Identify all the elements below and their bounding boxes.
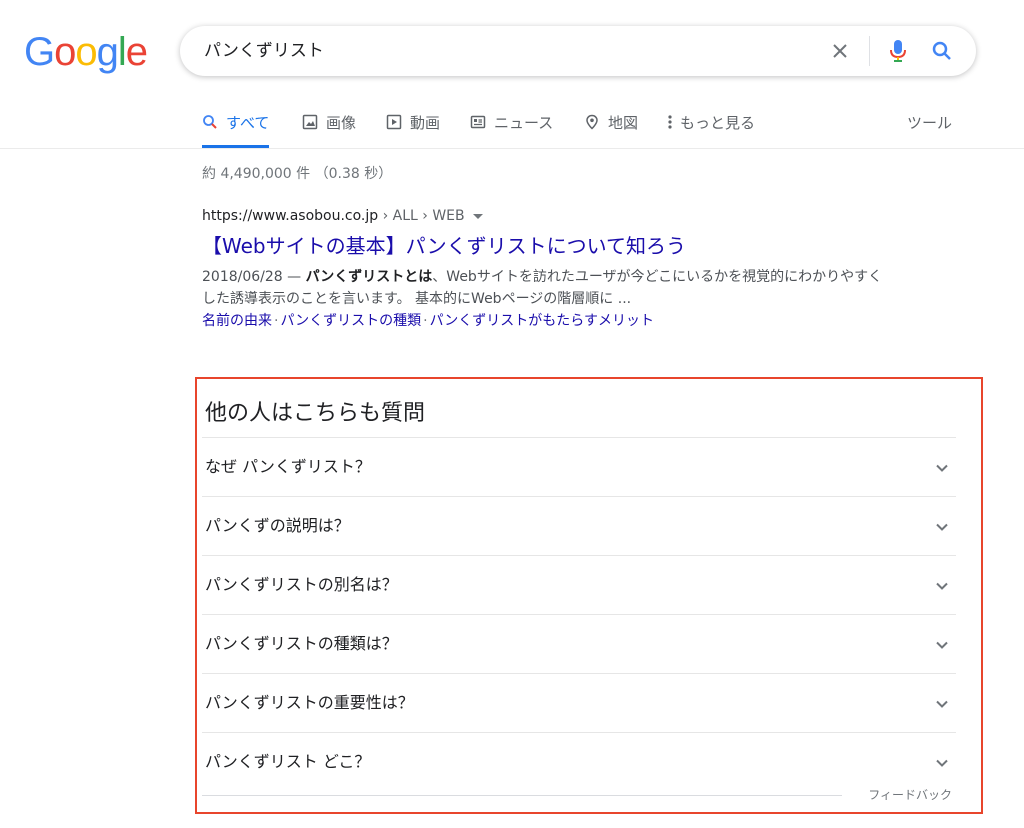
tab-label: すべて (226, 114, 270, 132)
people-also-ask-title: 他の人はこちらも質問 (205, 401, 426, 426)
paa-question-row[interactable]: パンくずリストの重要性は？ (202, 673, 956, 732)
result-url-host: https://www.asobou.co.jp (202, 208, 379, 224)
chevron-down-icon (936, 641, 948, 649)
paa-question: パンくずの説明は？ (205, 516, 350, 535)
chevron-down-icon (936, 582, 948, 590)
chevron-down-icon (936, 464, 948, 472)
logo-letter: l (117, 30, 127, 74)
tab-more[interactable]: もっと見る (666, 102, 755, 148)
sitelink[interactable]: パンくずリストの種類 (280, 313, 421, 329)
logo-letter: e (125, 30, 148, 74)
tab-maps[interactable]: 地図 (584, 102, 638, 148)
logo-letter: o (75, 30, 97, 74)
result-stats: 約 4,490,000 件 （0.38 秒） (202, 166, 393, 182)
result-url-path: › ALL › WEB (378, 208, 465, 224)
search-icon[interactable] (930, 39, 954, 63)
search-result: https://www.asobou.co.jp › ALL › WEB 【We… (202, 206, 902, 332)
more-vert-icon (668, 115, 672, 129)
tab-label: もっと見る (680, 114, 756, 132)
mic-icon[interactable] (886, 38, 910, 64)
tab-news[interactable]: ニュース (470, 102, 553, 148)
news-icon (470, 115, 486, 129)
image-icon (302, 114, 318, 130)
search-input[interactable]: パンくずリスト (204, 26, 324, 76)
paa-question: なぜ パンくずリスト？ (205, 457, 371, 476)
logo-letter: g (96, 30, 119, 74)
result-snippet-bold: パンくずリストとは (305, 269, 433, 285)
result-url[interactable]: https://www.asobou.co.jp › ALL › WEB (202, 206, 902, 226)
video-icon (386, 114, 402, 130)
paa-footer: フィードバック (202, 786, 956, 803)
paa-question-row[interactable]: パンくずの説明は？ (202, 496, 956, 555)
google-logo[interactable]: Google (24, 30, 148, 74)
people-also-ask-box: 他の人はこちらも質問 なぜ パンくずリスト？ パンくずの説明は？ パンくずリスト… (195, 377, 983, 814)
search-divider (869, 36, 870, 66)
paa-question-row[interactable]: なぜ パンくずリスト？ (202, 437, 956, 496)
result-date: 2018/06/28 — (202, 269, 306, 285)
paa-question: パンくずリストの重要性は？ (205, 693, 414, 712)
search-icon (203, 115, 217, 129)
sitelink[interactable]: パンくずリストがもたらすメリット (430, 313, 654, 329)
paa-question-row[interactable]: パンくずリストの種類は？ (202, 614, 956, 673)
paa-question: パンくずリストの種類は？ (205, 634, 398, 653)
search-tabs: すべて 画像 動画 ニュース 地図 もっと見る ツール (0, 102, 1024, 149)
tab-label: ニュース (494, 114, 554, 132)
divider (202, 795, 842, 796)
logo-letter: o (54, 30, 76, 74)
tab-label: 動画 (410, 114, 441, 132)
close-icon[interactable] (828, 39, 852, 63)
map-pin-icon (586, 114, 598, 130)
logo-letter: G (24, 30, 55, 74)
people-also-ask-list: なぜ パンくずリスト？ パンくずの説明は？ パンくずリストの別名は？ パンくずリ… (202, 437, 956, 791)
tools-button[interactable]: ツール (907, 112, 952, 133)
paa-question-row[interactable]: パンくずリスト どこ？ (202, 732, 956, 791)
chevron-down-icon (936, 759, 948, 767)
sitelinks: 名前の由来 · パンくずリストの種類 · パンくずリストがもたらすメリット (202, 310, 902, 332)
result-snippet: 2018/06/28 — パンくずリストとは、Webサイトを訪れたユーザが今どこ… (202, 266, 892, 310)
chevron-down-icon (936, 700, 948, 708)
feedback-link[interactable]: フィードバック (858, 786, 952, 803)
chevron-down-icon (936, 523, 948, 531)
search-box[interactable]: パンくずリスト (180, 26, 976, 76)
result-title-link[interactable]: 【Webサイトの基本】パンくずリストについて知ろう (202, 232, 902, 260)
paa-question: パンくずリストの別名は？ (205, 575, 398, 594)
tab-videos[interactable]: 動画 (386, 102, 440, 148)
sitelink-separator: · (423, 313, 428, 329)
tab-label: 地図 (608, 114, 639, 132)
tab-all[interactable]: すべて (202, 102, 270, 148)
paa-question: パンくずリスト どこ？ (205, 752, 371, 771)
tab-images[interactable]: 画像 (302, 102, 356, 148)
sitelink[interactable]: 名前の由来 (202, 313, 272, 329)
caret-down-icon[interactable] (472, 213, 483, 219)
tab-label: 画像 (326, 114, 357, 132)
paa-question-row[interactable]: パンくずリストの別名は？ (202, 555, 956, 614)
